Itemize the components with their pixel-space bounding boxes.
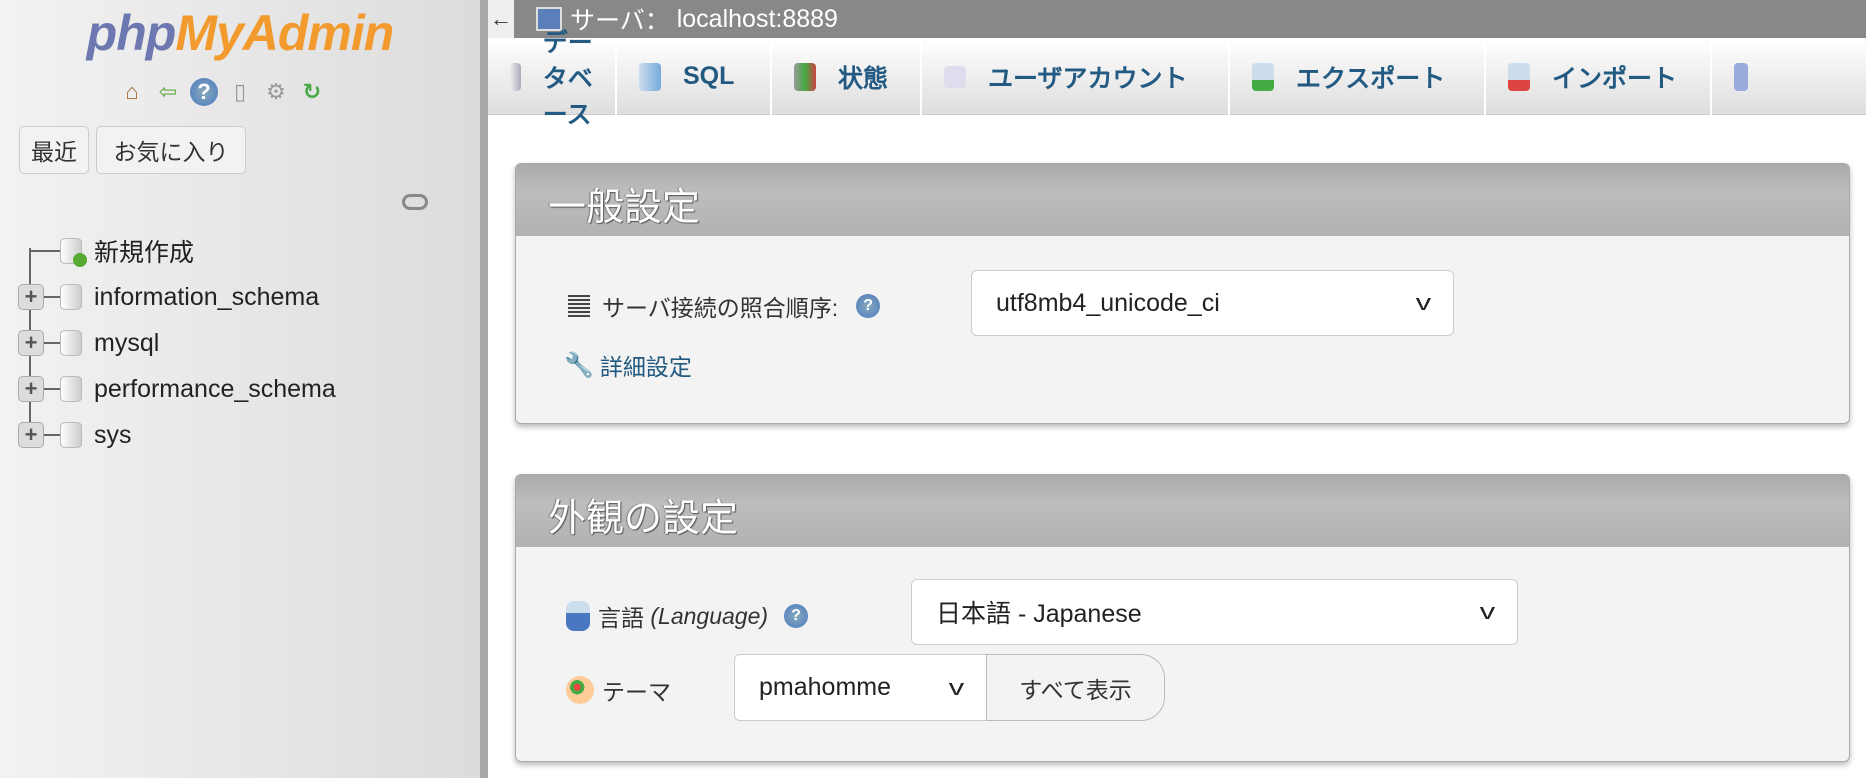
language-select[interactable]: 日本語 - Japanese v — [911, 579, 1518, 645]
help-icon[interactable]: ? — [784, 604, 809, 628]
tree-connector — [29, 250, 60, 252]
language-label: 言語 — [598, 605, 644, 631]
breadcrumb-bar: ← サーバ： localhost:8889 — [488, 0, 1866, 38]
tab-export[interactable]: エクスポート — [1230, 38, 1486, 115]
database-icon — [60, 376, 82, 402]
tab-more[interactable] — [1712, 38, 1772, 115]
chevron-down-icon: v — [1415, 290, 1432, 315]
theme-label: テーマ — [602, 679, 671, 705]
expand-icon[interactable]: + — [18, 376, 44, 402]
collation-select[interactable]: utf8mb4_unicode_ci v — [971, 270, 1454, 336]
wrench-icon: 🔧 — [564, 351, 594, 379]
reload-icon[interactable]: ↻ — [298, 78, 326, 106]
language-row: 言語 (Language) ? — [566, 599, 809, 633]
settings-icon[interactable]: ⚙ — [262, 78, 290, 106]
settings-wrench-icon — [1734, 62, 1748, 91]
tab-label: インポート — [1552, 64, 1678, 93]
panel-title: 一般設定 — [516, 164, 1849, 236]
status-icon — [794, 62, 816, 91]
sidebar-resize-handle[interactable] — [480, 0, 488, 778]
import-icon — [1508, 62, 1530, 91]
general-settings-panel: 一般設定 サーバ接続の照合順序: ? utf8mb4_unicode_ci v 🔧… — [515, 163, 1850, 424]
select-value: 日本語 - Japanese — [936, 600, 1142, 628]
appearance-settings-panel: 外観の設定 言語 (Language) ? 日本語 - Japanese v テー… — [515, 474, 1850, 762]
database-icon — [510, 62, 521, 91]
server-link[interactable]: localhost:8889 — [677, 5, 838, 34]
collation-row: サーバ接続の照合順序: ? — [568, 289, 881, 323]
user-accounts-icon — [944, 65, 966, 88]
select-value: utf8mb4_unicode_ci — [996, 288, 1220, 317]
logo-myadmin: MyAdmin — [175, 5, 394, 61]
navigation-sidebar: phpMyAdmin ⌂ ⇦ ? ▯ ⚙ ↻ 最近 お気に入り 新規作成 + in… — [0, 0, 480, 778]
sql-icon — [639, 62, 661, 91]
panel-title: 外観の設定 — [516, 475, 1849, 547]
tab-databases[interactable]: データベース — [488, 29, 617, 129]
chevron-down-icon: v — [948, 674, 965, 700]
list-icon — [568, 295, 590, 317]
home-icon[interactable]: ⌂ — [118, 78, 146, 106]
help-icon[interactable]: ? — [190, 78, 218, 106]
help-icon[interactable]: ? — [856, 294, 881, 318]
database-icon — [60, 330, 82, 356]
expand-icon[interactable]: + — [18, 330, 44, 356]
select-value: pmahomme — [759, 673, 891, 701]
phpmyadmin-logo[interactable]: phpMyAdmin — [0, 4, 480, 62]
tab-user-accounts[interactable]: ユーザアカウント — [922, 38, 1230, 115]
language-icon — [566, 601, 590, 631]
collation-label: サーバ接続の照合順序: — [602, 295, 839, 321]
tab-label: SQL — [683, 62, 735, 90]
tree-connector — [44, 296, 60, 298]
docs-icon[interactable]: ▯ — [226, 78, 254, 106]
tree-connector — [44, 388, 60, 390]
database-icon — [60, 284, 82, 310]
tree-item-label[interactable]: 新規作成 — [94, 233, 194, 269]
tab-label: エクスポート — [1296, 64, 1446, 93]
view-all-themes-button[interactable]: すべて表示 — [986, 654, 1165, 721]
tab-label: 状態 — [838, 64, 889, 93]
export-icon — [1252, 62, 1274, 91]
tree-connector — [44, 434, 60, 436]
chevron-down-icon: v — [1479, 599, 1496, 624]
tab-sql[interactable]: SQL — [617, 38, 772, 115]
expand-icon[interactable]: + — [18, 422, 44, 448]
palette-icon — [566, 676, 594, 704]
tree-item-label[interactable]: performance_schema — [94, 375, 336, 404]
database-icon — [60, 422, 82, 448]
main-tabs: データベース SQL 状態 ユーザアカウント エクスポート インポート — [488, 29, 1866, 129]
tree-item-label[interactable]: information_schema — [94, 283, 319, 312]
collapse-sidebar-button[interactable]: ← — [488, 0, 514, 38]
advanced-settings-link[interactable]: 🔧 詳細設定 — [564, 348, 692, 382]
theme-select[interactable]: pmahomme v — [734, 654, 987, 721]
recent-button[interactable]: 最近 — [19, 126, 89, 174]
tab-import[interactable]: インポート — [1486, 38, 1712, 115]
favorites-button[interactable]: お気に入り — [96, 126, 246, 174]
tab-label: データベース — [542, 28, 593, 129]
advanced-link-label[interactable]: 詳細設定 — [600, 348, 692, 382]
tree-connector — [44, 342, 60, 344]
logo-php: php — [86, 5, 177, 61]
logout-icon[interactable]: ⇦ — [154, 78, 182, 106]
new-database-icon — [60, 238, 87, 267]
tree-item-label[interactable]: sys — [94, 421, 132, 450]
tab-label: ユーザアカウント — [988, 64, 1188, 93]
tree-item-label[interactable]: mysql — [94, 329, 159, 358]
link-icon[interactable] — [402, 194, 428, 210]
language-label-en: (Language) — [650, 602, 769, 629]
tab-status[interactable]: 状態 — [772, 38, 922, 115]
expand-icon[interactable]: + — [18, 284, 44, 310]
nav-icons: ⌂ ⇦ ? ▯ ⚙ ↻ — [118, 78, 326, 106]
theme-row: テーマ — [566, 673, 671, 707]
